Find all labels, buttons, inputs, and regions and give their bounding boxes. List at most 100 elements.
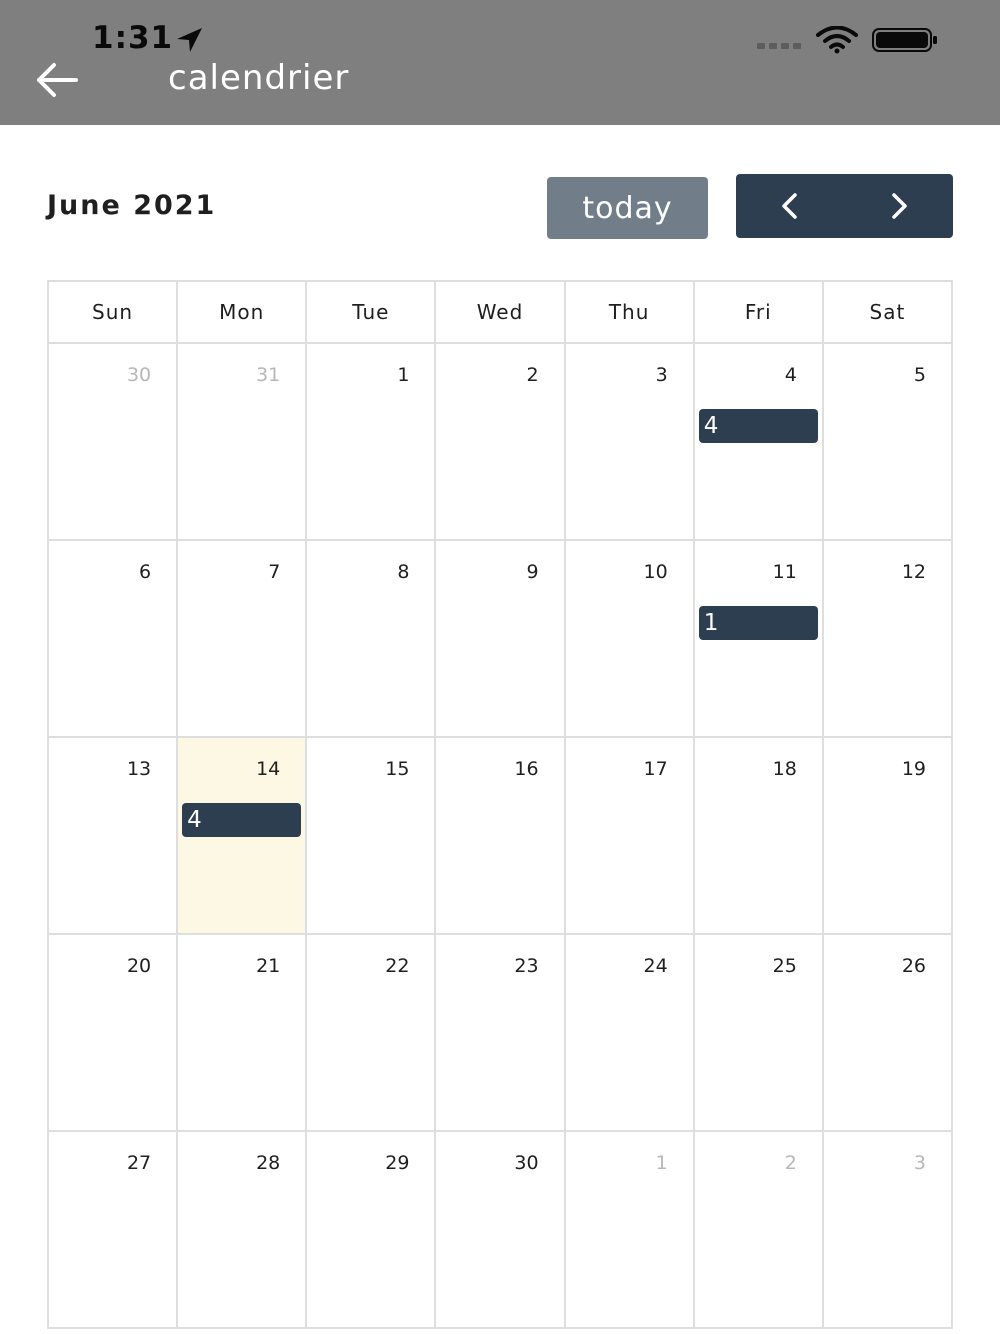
weekday-header-row: Sun Mon Tue Wed Thu Fri Sat xyxy=(46,280,954,344)
day-cell[interactable]: 3 xyxy=(821,1130,954,1329)
day-number: 17 xyxy=(643,758,668,780)
month-navigation xyxy=(736,174,953,238)
day-number: 24 xyxy=(643,955,668,977)
day-number: 28 xyxy=(256,1152,281,1174)
day-cell[interactable]: 19 xyxy=(821,736,954,935)
day-number: 14 xyxy=(256,758,281,780)
page-title: calendrier xyxy=(168,58,350,98)
day-cell[interactable]: 6 xyxy=(46,539,179,738)
day-number: 18 xyxy=(772,758,797,780)
weekday-header: Mon xyxy=(176,280,308,344)
day-number: 3 xyxy=(913,1152,926,1174)
day-cell[interactable]: 16 xyxy=(434,736,566,935)
day-number: 1 xyxy=(655,1152,668,1174)
event-chip[interactable]: 4 xyxy=(182,803,302,837)
day-cell[interactable]: 22 xyxy=(305,933,437,1132)
day-cell[interactable]: 17 xyxy=(563,736,695,935)
week-row: 6 7 8 9 10 11 1 12 xyxy=(46,539,954,738)
day-number: 13 xyxy=(126,758,152,780)
weekday-header: Wed xyxy=(434,280,566,344)
day-number: 6 xyxy=(139,561,152,583)
day-cell[interactable]: 12 xyxy=(821,539,954,738)
calendar-month-title: June 2021 xyxy=(47,190,217,221)
month-grid: Sun Mon Tue Wed Thu Fri Sat 30 31 1 2 3 4 4 5 6 7… xyxy=(46,280,954,1329)
weekday-header: Thu xyxy=(563,280,695,344)
prev-month-button[interactable] xyxy=(736,174,845,238)
day-cell[interactable]: 20 xyxy=(46,933,179,1132)
location-arrow-icon xyxy=(177,28,202,52)
day-cell[interactable]: 2 xyxy=(692,1130,824,1329)
day-number: 10 xyxy=(643,561,668,583)
day-number: 20 xyxy=(126,955,152,977)
day-number: 2 xyxy=(784,1152,797,1174)
day-cell[interactable]: 29 xyxy=(305,1130,437,1329)
day-number: 26 xyxy=(901,955,926,977)
weekday-header: Sat xyxy=(821,280,954,344)
day-number: 30 xyxy=(126,364,152,386)
day-cell[interactable]: 15 xyxy=(305,736,437,935)
day-cell[interactable]: 10 xyxy=(563,539,695,738)
day-number: 2 xyxy=(526,364,539,386)
event-chip[interactable]: 4 xyxy=(698,409,818,443)
today-button[interactable]: today xyxy=(547,177,708,239)
day-number: 8 xyxy=(397,561,410,583)
weekday-header: Tue xyxy=(305,280,437,344)
weekday-header: Fri xyxy=(692,280,824,344)
weekday-header: Sun xyxy=(46,280,179,344)
day-cell[interactable]: 24 xyxy=(563,933,695,1132)
day-cell[interactable]: 9 xyxy=(434,539,566,738)
day-number: 23 xyxy=(514,955,539,977)
day-number: 7 xyxy=(268,561,281,583)
day-cell[interactable]: 11 1 xyxy=(692,539,824,738)
day-number: 27 xyxy=(126,1152,152,1174)
week-row: 30 31 1 2 3 4 4 5 xyxy=(46,342,954,541)
day-number: 9 xyxy=(526,561,539,583)
status-time: 1:31 xyxy=(92,20,174,56)
cellular-signal-icon xyxy=(757,43,801,49)
day-number: 16 xyxy=(514,758,539,780)
day-cell[interactable]: 5 xyxy=(821,342,954,541)
day-cell[interactable]: 26 xyxy=(821,933,954,1132)
day-number: 30 xyxy=(514,1152,539,1174)
back-arrow-icon[interactable] xyxy=(30,60,84,100)
day-cell[interactable]: 13 xyxy=(46,736,179,935)
day-cell[interactable]: 18 xyxy=(692,736,824,935)
day-cell[interactable]: 1 xyxy=(563,1130,695,1329)
day-number: 1 xyxy=(397,364,410,386)
day-number: 19 xyxy=(901,758,926,780)
battery-icon xyxy=(872,28,937,52)
day-number: 12 xyxy=(901,561,926,583)
day-cell[interactable]: 31 xyxy=(176,342,308,541)
day-number: 3 xyxy=(655,364,668,386)
day-number: 22 xyxy=(385,955,410,977)
day-number: 15 xyxy=(385,758,410,780)
day-cell[interactable]: 8 xyxy=(305,539,437,738)
day-cell[interactable]: 21 xyxy=(176,933,308,1132)
day-cell[interactable]: 14 4 xyxy=(176,736,308,935)
week-row: 13 14 4 15 16 17 18 19 xyxy=(46,736,954,935)
day-number: 25 xyxy=(772,955,797,977)
week-row: 27 28 29 30 1 2 3 xyxy=(46,1130,954,1329)
day-number: 5 xyxy=(913,364,926,386)
day-cell[interactable]: 30 xyxy=(434,1130,566,1329)
day-cell[interactable]: 7 xyxy=(176,539,308,738)
day-cell[interactable]: 1 xyxy=(305,342,437,541)
week-row: 20 21 22 23 24 25 26 xyxy=(46,933,954,1132)
day-number: 29 xyxy=(385,1152,410,1174)
chevron-right-icon xyxy=(892,193,907,219)
day-cell[interactable]: 3 xyxy=(563,342,695,541)
day-number: 21 xyxy=(256,955,281,977)
day-cell[interactable]: 2 xyxy=(434,342,566,541)
day-cell[interactable]: 30 xyxy=(46,342,179,541)
event-chip[interactable]: 1 xyxy=(698,606,818,640)
next-month-button[interactable] xyxy=(845,174,954,238)
chevron-left-icon xyxy=(782,193,797,219)
wifi-icon xyxy=(816,26,858,54)
day-number: 4 xyxy=(784,364,797,386)
day-cell[interactable]: 27 xyxy=(46,1130,179,1329)
day-cell[interactable]: 28 xyxy=(176,1130,308,1329)
day-cell[interactable]: 44 xyxy=(692,342,824,541)
day-cell[interactable]: 25 xyxy=(692,933,824,1132)
day-number: 31 xyxy=(256,364,281,386)
day-cell[interactable]: 23 xyxy=(434,933,566,1132)
